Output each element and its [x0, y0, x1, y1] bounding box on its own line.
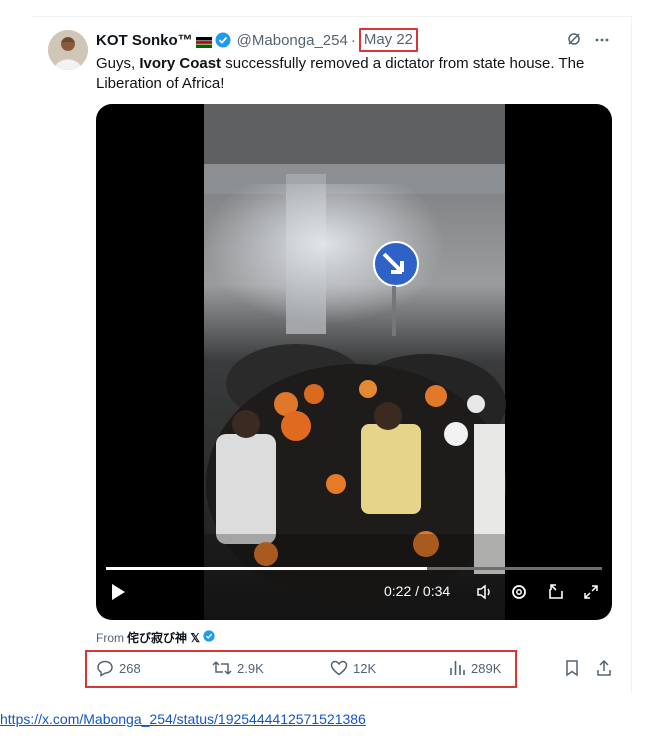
video-source: From 侘び寂び神 𝕏	[96, 629, 215, 646]
like-button[interactable]: 12K	[330, 659, 376, 677]
settings-icon[interactable]	[510, 583, 528, 605]
repost-button[interactable]: 2.9K	[212, 659, 264, 677]
analytics-icon	[450, 661, 465, 675]
grok-icon[interactable]	[566, 31, 582, 51]
tweet-header: KOT Sonko™ @Mabonga_254 · May 22	[96, 28, 419, 52]
avatar[interactable]	[48, 30, 88, 70]
volume-icon[interactable]	[476, 583, 494, 605]
video-frame	[96, 104, 612, 620]
like-count: 12K	[353, 660, 377, 676]
play-icon[interactable]	[110, 583, 126, 605]
display-name[interactable]: KOT Sonko™	[96, 32, 193, 49]
tweet-text-bold: Ivory Coast	[139, 55, 222, 72]
source-account-name[interactable]: 侘び寂び神 𝕏	[127, 629, 200, 646]
views-button[interactable]: 289K	[448, 659, 501, 677]
tweet-date[interactable]: May 22	[358, 28, 419, 52]
reply-count: 268	[119, 660, 141, 676]
from-label: From	[96, 630, 124, 645]
fullscreen-icon[interactable]	[582, 583, 600, 605]
video-time: 0:22 / 0:34	[384, 583, 451, 599]
tweet-text: Guys, Ivory Coast successfully removed a…	[96, 54, 601, 94]
reply-icon	[97, 660, 113, 677]
verified-badge-icon	[215, 32, 231, 48]
tweet-top-actions	[566, 31, 610, 51]
repost-count: 2.9K	[237, 660, 264, 676]
kenya-flag-icon	[195, 35, 212, 48]
verified-badge-icon	[203, 630, 215, 645]
more-options-icon[interactable]	[594, 31, 610, 51]
bookmark-icon[interactable]	[564, 659, 580, 682]
repost-icon	[212, 661, 232, 675]
heart-icon	[330, 660, 348, 676]
picture-in-picture-icon[interactable]	[547, 583, 565, 605]
view-count: 289K	[471, 660, 502, 676]
separator-dot: ·	[350, 31, 356, 49]
reply-button[interactable]: 268	[96, 659, 141, 677]
user-handle[interactable]: @Mabonga_254	[237, 32, 348, 49]
share-icon[interactable]	[596, 659, 612, 682]
source-url-link[interactable]: https://x.com/Mabonga_254/status/1925444…	[0, 711, 366, 727]
tweet-text-part: Guys,	[96, 55, 140, 72]
video-player[interactable]	[96, 104, 612, 620]
